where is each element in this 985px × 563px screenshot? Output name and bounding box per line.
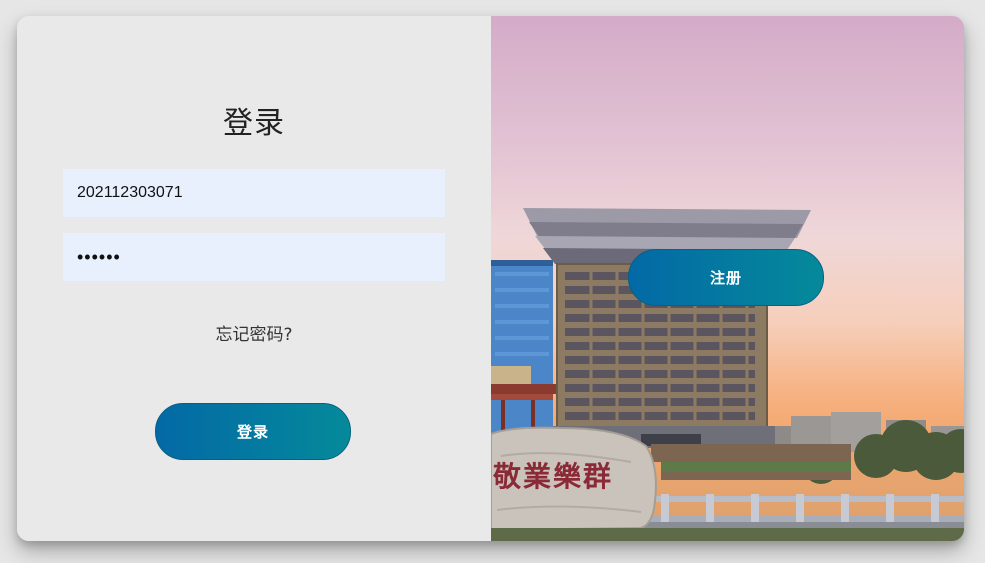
register-button[interactable]: 注册	[628, 249, 824, 306]
username-input[interactable]: 202112303071	[63, 169, 445, 217]
main-building	[523, 208, 811, 448]
login-card: 登录 202112303071 •••••• 忘记密码? 登录 敬業樂群 注册	[17, 16, 964, 541]
glass-building	[491, 260, 553, 435]
login-button[interactable]: 登录	[155, 403, 351, 460]
stone-inscription-text: 敬業樂群	[492, 460, 613, 493]
login-title: 登录	[223, 106, 285, 141]
campus-photo-panel: 敬業樂群 注册	[491, 16, 964, 541]
forgot-password-link[interactable]: 忘记密码?	[17, 320, 491, 345]
inscription-stone: 敬業樂群	[491, 426, 657, 532]
password-input[interactable]: ••••••	[63, 233, 445, 281]
front-terrace	[651, 444, 851, 480]
login-panel: 登录 202112303071 •••••• 忘记密码? 登录	[17, 16, 491, 541]
